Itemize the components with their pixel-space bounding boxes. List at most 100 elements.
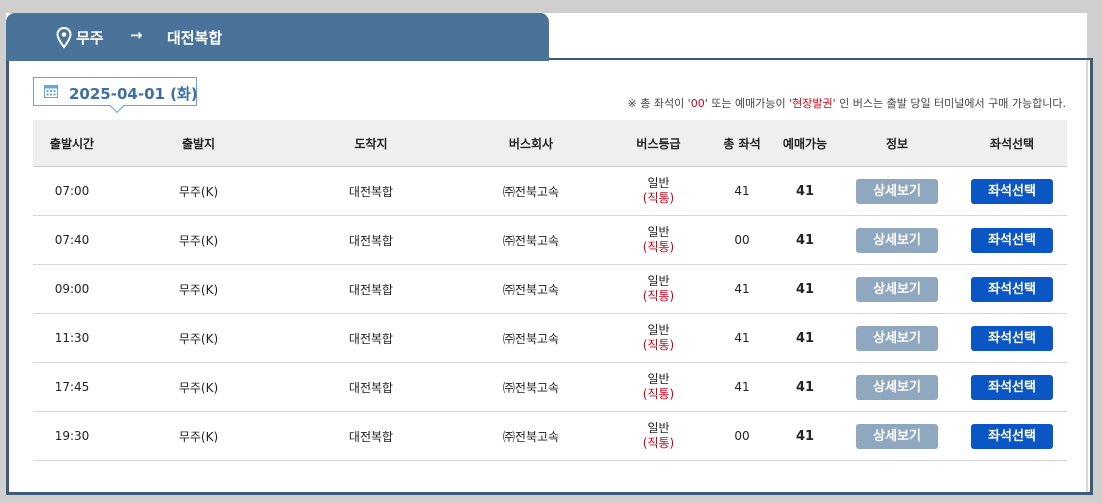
seat-cell: 좌석선택 bbox=[957, 423, 1067, 449]
notice-highlight-onsite: 현장발권 bbox=[792, 97, 833, 110]
table-row: 19:30 무주(K) 대전복합 ㈜전북고속 일반 (직통) 00 41 상세보… bbox=[33, 412, 1067, 461]
header-seat-select: 좌석선택 bbox=[989, 136, 1035, 151]
header-origin: 출발지 bbox=[181, 136, 216, 151]
destination-terminal: 대전복합 bbox=[348, 331, 394, 346]
origin-terminal: 무주(K) bbox=[178, 380, 219, 395]
header-total-seats: 총 좌석 bbox=[723, 136, 761, 151]
origin-terminal: 무주(K) bbox=[178, 331, 219, 346]
detail-button[interactable]: 상세보기 bbox=[856, 374, 938, 400]
departure-time: 07:00 bbox=[54, 184, 90, 198]
header-bus-grade: 버스등급 bbox=[636, 136, 681, 151]
origin-terminal: 무주(K) bbox=[178, 184, 219, 199]
purchase-notice: ※ 총 좌석이 '00' 또는 예매가능이 '현장발권' 인 버스는 출발 당일… bbox=[627, 97, 1067, 110]
info-cell: 상세보기 bbox=[837, 178, 957, 204]
grade-label: 일반 bbox=[647, 274, 670, 288]
table-body: 07:00 무주(K) 대전복합 ㈜전북고속 일반 (직통) 41 41 상세보… bbox=[33, 167, 1067, 461]
seat-select-button[interactable]: 좌석선택 bbox=[971, 227, 1053, 253]
origin-terminal: 무주(K) bbox=[178, 429, 219, 444]
table-header: 출발시간 출발지 도착지 버스회사 버스등급 총 좌석 예매가능 정보 좌석선택 bbox=[33, 120, 1067, 167]
table-row: 17:45 무주(K) 대전복합 ㈜전북고속 일반 (직통) 41 41 상세보… bbox=[33, 363, 1067, 412]
header-destination: 도착지 bbox=[354, 136, 388, 151]
bus-company: ㈜전북고속 bbox=[502, 282, 560, 297]
departure-time: 07:40 bbox=[54, 233, 90, 247]
seat-cell: 좌석선택 bbox=[957, 325, 1067, 351]
seat-select-button[interactable]: 좌석선택 bbox=[971, 178, 1053, 204]
grade-note: (직통) bbox=[642, 338, 675, 352]
detail-button[interactable]: 상세보기 bbox=[856, 423, 938, 449]
grade-label: 일반 bbox=[647, 421, 670, 435]
route-destination: 대전복합 bbox=[167, 29, 223, 47]
available-seats: 41 bbox=[795, 428, 815, 444]
seat-select-button[interactable]: 좌석선택 bbox=[971, 423, 1053, 449]
grade-label: 일반 bbox=[647, 323, 670, 337]
destination-terminal: 대전복합 bbox=[348, 233, 394, 248]
bus-grade: 일반 (직통) bbox=[606, 225, 711, 255]
route-origin: 무주 bbox=[76, 29, 104, 47]
origin-terminal: 무주(K) bbox=[178, 282, 219, 297]
detail-button[interactable]: 상세보기 bbox=[856, 178, 938, 204]
bus-company: ㈜전북고속 bbox=[502, 429, 560, 444]
header-departure-time: 출발시간 bbox=[49, 136, 95, 151]
calendar-icon bbox=[44, 85, 58, 98]
frame-shadow bbox=[1086, 60, 1088, 492]
grade-note: (직통) bbox=[642, 436, 675, 450]
departure-time: 19:30 bbox=[54, 429, 90, 443]
info-cell: 상세보기 bbox=[837, 227, 957, 253]
available-seats: 41 bbox=[795, 379, 815, 395]
available-seats: 41 bbox=[795, 330, 815, 346]
info-cell: 상세보기 bbox=[837, 325, 957, 351]
route-tab[interactable]: 무주 → 대전복합 bbox=[6, 13, 549, 61]
table-row: 07:40 무주(K) 대전복합 ㈜전북고속 일반 (직통) 00 41 상세보… bbox=[33, 216, 1067, 265]
bus-company: ㈜전북고속 bbox=[502, 331, 560, 346]
bus-grade: 일반 (직통) bbox=[606, 176, 711, 206]
destination-terminal: 대전복합 bbox=[348, 282, 394, 297]
departure-time: 09:00 bbox=[54, 282, 90, 296]
bus-company: ㈜전북고속 bbox=[502, 233, 560, 248]
total-seats: 41 bbox=[734, 380, 750, 394]
detail-button[interactable]: 상세보기 bbox=[856, 276, 938, 302]
detail-button[interactable]: 상세보기 bbox=[856, 227, 938, 253]
available-seats: 41 bbox=[795, 183, 815, 199]
total-seats: 00 bbox=[734, 429, 750, 443]
departure-time: 17:45 bbox=[54, 380, 90, 394]
destination-terminal: 대전복합 bbox=[348, 380, 394, 395]
destination-terminal: 대전복합 bbox=[348, 184, 394, 199]
info-cell: 상세보기 bbox=[837, 374, 957, 400]
grade-label: 일반 bbox=[647, 225, 670, 239]
origin-terminal: 무주(K) bbox=[178, 233, 219, 248]
bus-grade: 일반 (직통) bbox=[606, 421, 711, 451]
seat-cell: 좌석선택 bbox=[957, 178, 1067, 204]
bus-company: ㈜전북고속 bbox=[502, 184, 560, 199]
seat-select-button[interactable]: 좌석선택 bbox=[971, 276, 1053, 302]
seat-cell: 좌석선택 bbox=[957, 276, 1067, 302]
header-bus-company: 버스회사 bbox=[508, 136, 554, 151]
header-available: 예매가능 bbox=[782, 136, 828, 151]
total-seats: 00 bbox=[734, 233, 750, 247]
table-row: 09:00 무주(K) 대전복합 ㈜전북고속 일반 (직통) 41 41 상세보… bbox=[33, 265, 1067, 314]
header-info: 정보 bbox=[885, 136, 909, 151]
bus-grade: 일반 (직통) bbox=[606, 274, 711, 304]
bus-grade: 일반 (직통) bbox=[606, 372, 711, 402]
available-seats: 41 bbox=[795, 281, 815, 297]
seat-select-button[interactable]: 좌석선택 bbox=[971, 325, 1053, 351]
notice-highlight-seats: 00 bbox=[690, 97, 705, 110]
seat-cell: 좌석선택 bbox=[957, 227, 1067, 253]
seat-select-button[interactable]: 좌석선택 bbox=[971, 374, 1053, 400]
selected-date: 2025-04-01 (화) bbox=[69, 85, 198, 103]
grade-note: (직통) bbox=[642, 240, 675, 254]
seat-cell: 좌석선택 bbox=[957, 374, 1067, 400]
table-row: 11:30 무주(K) 대전복합 ㈜전북고속 일반 (직통) 41 41 상세보… bbox=[33, 314, 1067, 363]
date-selector[interactable]: 2025-04-01 (화) bbox=[33, 77, 198, 114]
grade-label: 일반 bbox=[647, 372, 670, 386]
bus-company: ㈜전북고속 bbox=[502, 380, 560, 395]
grade-label: 일반 bbox=[647, 176, 670, 190]
arrow-right-icon: → bbox=[130, 26, 143, 44]
info-cell: 상세보기 bbox=[837, 276, 957, 302]
info-cell: 상세보기 bbox=[837, 423, 957, 449]
total-seats: 41 bbox=[734, 282, 750, 296]
bus-grade: 일반 (직통) bbox=[606, 323, 711, 353]
grade-note: (직통) bbox=[642, 191, 675, 205]
available-seats: 41 bbox=[795, 232, 815, 248]
departure-time: 11:30 bbox=[54, 331, 90, 345]
detail-button[interactable]: 상세보기 bbox=[856, 325, 938, 351]
